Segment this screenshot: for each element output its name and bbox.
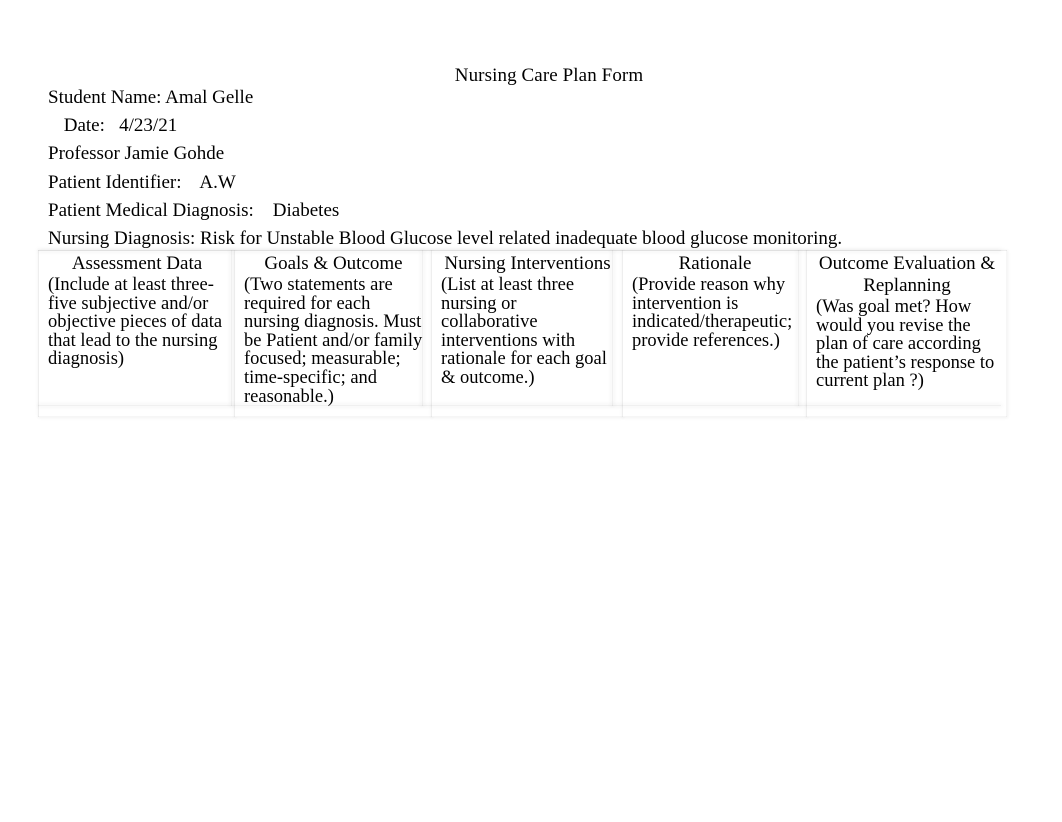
- column-divider-1: [231, 250, 232, 406]
- field-student-name: Student Name: Amal Gelle: [48, 87, 254, 108]
- field-professor: Professor Jamie Gohde: [48, 143, 225, 165]
- column-description-rationale: (Provide reason why intervention is indi…: [632, 275, 793, 351]
- column-divider-2: [422, 250, 423, 406]
- column-divider-4: [798, 250, 799, 406]
- care-plan-table: Assessment Data (Include at least three-…: [38, 250, 1007, 417]
- column-header-goals-outcome: Goals & Outcome: [264, 253, 403, 274]
- column-divider-3: [612, 250, 613, 406]
- column-header-assessment-data: Assessment Data: [71, 253, 203, 274]
- cell-assessment-data[interactable]: Assessment Data (Include at least three-…: [38, 250, 235, 417]
- cell-nursing-interventions[interactable]: Nursing Interventions (List at least thr…: [431, 250, 623, 417]
- table-bottom-rule: [38, 405, 1001, 406]
- field-patient-medical-diagnosis: Patient Medical Diagnosis: Diabetes: [48, 199, 340, 221]
- cell-outcome-evaluation-replanning[interactable]: Outcome Evaluation & Replanning (Was goa…: [806, 250, 1007, 417]
- column-description-nursing-interventions: (List at least three nursing or collabor…: [441, 275, 607, 388]
- column-header-nursing-interventions: Nursing Interventions: [444, 253, 611, 274]
- table-top-rule: [38, 250, 1001, 251]
- field-nursing-diagnosis: Nursing Diagnosis: Risk for Unstable Blo…: [48, 228, 843, 250]
- cell-goals-outcome[interactable]: Goals & Outcome (Two statements are requ…: [234, 250, 432, 417]
- field-patient-identifier: Patient Identifier: A.W: [48, 171, 236, 193]
- column-description-goals-outcome: (Two statements are required for each nu…: [244, 275, 423, 407]
- table-row: Assessment Data (Include at least three-…: [38, 250, 1007, 417]
- patient-info-block: Student Name: Amal Gelle Date: 4/23/21 P…: [48, 84, 988, 253]
- column-description-outcome-evaluation-replanning: (Was goal met? How would you revise the …: [816, 297, 995, 392]
- document-page: Nursing Care Plan Form Student Name: Ama…: [0, 0, 1062, 822]
- cell-rationale[interactable]: Rationale (Provide reason why interventi…: [622, 250, 807, 417]
- column-description-assessment-data: (Include at least three-five subjective …: [48, 275, 223, 370]
- field-date: Date: 4/23/21: [59, 115, 178, 137]
- column-header-rationale: Rationale: [678, 253, 752, 274]
- column-header-outcome-evaluation-replanning: Outcome Evaluation & Replanning: [818, 253, 996, 296]
